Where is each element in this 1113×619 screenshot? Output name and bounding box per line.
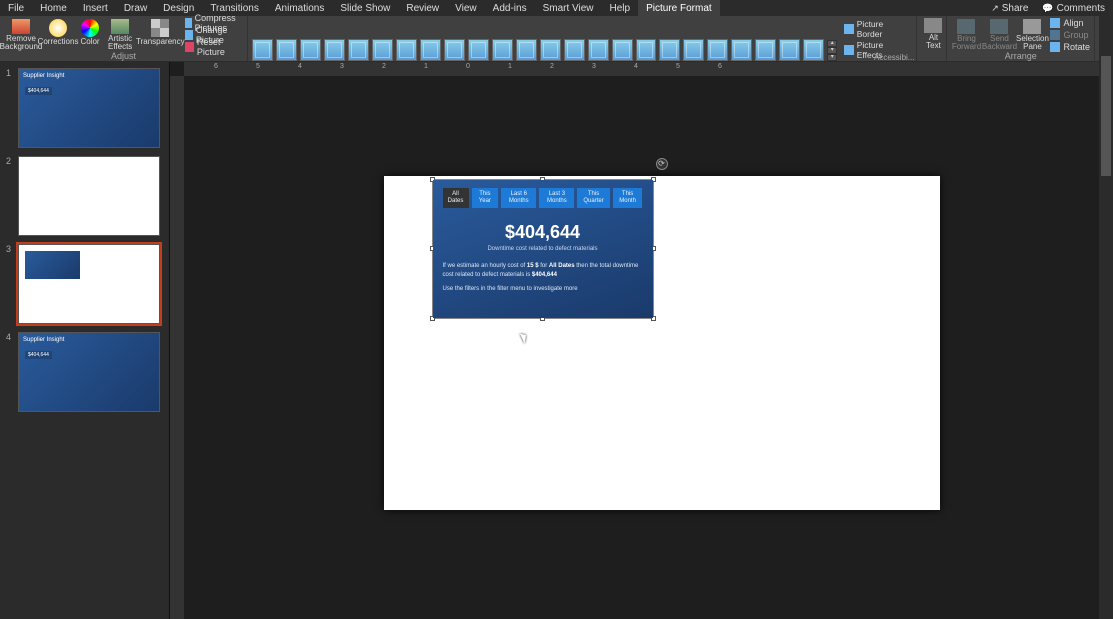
tab-insert[interactable]: Insert xyxy=(75,0,116,16)
style-thumb[interactable] xyxy=(612,39,633,61)
send-backward-button: Send Backward xyxy=(984,18,1014,52)
style-thumb[interactable] xyxy=(564,39,585,61)
ribbon: Remove Background Corrections Color Arti… xyxy=(0,16,1113,62)
color-icon xyxy=(81,19,99,37)
reset-picture-button[interactable]: Reset Picture xyxy=(185,41,243,52)
remove-bg-icon xyxy=(12,19,30,34)
style-thumb[interactable] xyxy=(683,39,704,61)
style-thumb[interactable] xyxy=(276,39,297,61)
slide[interactable]: All Dates This Year Last 6 Months Last 3… xyxy=(384,176,940,510)
corrections-button[interactable]: Corrections xyxy=(41,18,75,52)
widget-tab: This Quarter xyxy=(577,188,609,208)
artistic-effects-button[interactable]: Artistic Effects xyxy=(105,18,135,52)
slide-thumb-3[interactable] xyxy=(18,244,160,324)
menu-tabs: File Home Insert Draw Design Transitions… xyxy=(0,0,1113,16)
tab-help[interactable]: Help xyxy=(602,0,639,16)
alt-text-button[interactable]: Alt Text xyxy=(921,17,945,51)
thumb-number: 3 xyxy=(6,244,14,324)
corrections-icon xyxy=(49,19,67,37)
tab-draw[interactable]: Draw xyxy=(116,0,155,16)
backward-icon xyxy=(990,19,1008,34)
style-thumb[interactable] xyxy=(348,39,369,61)
tab-slideshow[interactable]: Slide Show xyxy=(332,0,398,16)
tab-animations[interactable]: Animations xyxy=(267,0,332,16)
slide-thumb-4[interactable]: $404,644 xyxy=(18,332,160,412)
gallery-up[interactable]: ▴ xyxy=(827,40,837,47)
widget-tab: All Dates xyxy=(443,188,469,208)
widget-amount: $404,644 xyxy=(443,222,643,243)
horizontal-ruler: 6543210123456 xyxy=(184,62,1113,76)
thumb-number: 1 xyxy=(6,68,14,148)
tab-addins[interactable]: Add-ins xyxy=(485,0,535,16)
style-thumb[interactable] xyxy=(396,39,417,61)
remove-background-button[interactable]: Remove Background xyxy=(4,18,38,52)
slide-thumb-2[interactable] xyxy=(18,156,160,236)
alt-text-icon xyxy=(924,18,942,33)
group-button: Group xyxy=(1050,29,1090,40)
gallery-down[interactable]: ▾ xyxy=(827,47,837,54)
tab-view[interactable]: View xyxy=(447,0,485,16)
style-thumb[interactable] xyxy=(755,39,776,61)
tab-picture-format[interactable]: Picture Format xyxy=(638,0,720,16)
style-thumb[interactable] xyxy=(659,39,680,61)
group-label-arrange: Arrange xyxy=(947,52,1094,61)
share-button[interactable]: Share xyxy=(985,3,1034,14)
picture-selection[interactable]: All Dates This Year Last 6 Months Last 3… xyxy=(432,179,654,319)
slide-thumbnails-panel[interactable]: 1 $404,644 2 3 4 $404,644 xyxy=(0,62,170,619)
thumb-metric: $404,644 xyxy=(25,87,52,95)
style-thumb[interactable] xyxy=(803,39,824,61)
rotate-handle[interactable] xyxy=(656,158,668,170)
widget-tab: Last 6 Months xyxy=(501,188,536,208)
style-thumb[interactable] xyxy=(492,39,513,61)
slide-canvas[interactable]: All Dates This Year Last 6 Months Last 3… xyxy=(170,76,1113,619)
artistic-icon xyxy=(111,19,129,34)
widget-tab: This Month xyxy=(613,188,643,208)
style-thumb[interactable] xyxy=(252,39,273,61)
selection-pane-button[interactable]: Selection Pane xyxy=(1017,18,1047,52)
accessibility-indicator[interactable]: Accessibi... xyxy=(874,53,914,62)
group-label-adjust: Adjust xyxy=(0,52,247,61)
gallery-more[interactable]: ▾ xyxy=(827,54,837,61)
comments-button[interactable]: Comments xyxy=(1034,3,1113,14)
bring-forward-button: Bring Forward xyxy=(951,18,981,52)
vertical-scrollbar[interactable] xyxy=(1099,16,1113,619)
thumb-metric: $404,644 xyxy=(25,351,52,359)
style-thumb[interactable] xyxy=(731,39,752,61)
style-thumb[interactable] xyxy=(468,39,489,61)
style-thumb[interactable] xyxy=(444,39,465,61)
selection-icon xyxy=(1023,19,1041,34)
tab-home[interactable]: Home xyxy=(32,0,75,16)
thumb-number: 2 xyxy=(6,156,14,236)
thumb-number: 4 xyxy=(6,332,14,412)
align-button[interactable]: Align xyxy=(1050,17,1090,28)
style-thumb[interactable] xyxy=(588,39,609,61)
style-thumb[interactable] xyxy=(420,39,441,61)
widget-tab: Last 3 Months xyxy=(539,188,574,208)
tab-smartview[interactable]: Smart View xyxy=(535,0,602,16)
transparency-icon xyxy=(151,19,169,37)
slide-thumb-1[interactable]: $404,644 xyxy=(18,68,160,148)
transparency-button[interactable]: Transparency xyxy=(138,18,182,52)
widget-subtitle: Downtime cost related to defect material… xyxy=(443,246,643,252)
style-thumb[interactable] xyxy=(516,39,537,61)
style-thumb[interactable] xyxy=(540,39,561,61)
inserted-picture[interactable]: All Dates This Year Last 6 Months Last 3… xyxy=(433,180,653,318)
style-thumb[interactable] xyxy=(372,39,393,61)
style-thumb[interactable] xyxy=(636,39,657,61)
picture-border-button[interactable]: Picture Border xyxy=(844,19,908,39)
style-thumb[interactable] xyxy=(779,39,800,61)
widget-text-1: If we estimate an hourly cost of 15 $ fo… xyxy=(443,262,643,280)
color-button[interactable]: Color xyxy=(78,18,102,52)
widget-text-2: Use the filters in the filter menu to in… xyxy=(443,285,643,294)
forward-icon xyxy=(957,19,975,34)
style-thumb[interactable] xyxy=(300,39,321,61)
widget-tab: This Year xyxy=(472,188,499,208)
scrollbar-thumb[interactable] xyxy=(1101,56,1111,176)
tab-review[interactable]: Review xyxy=(398,0,447,16)
style-thumb[interactable] xyxy=(324,39,345,61)
tab-file[interactable]: File xyxy=(0,0,32,16)
rotate-button[interactable]: Rotate xyxy=(1050,41,1090,52)
style-thumb[interactable] xyxy=(707,39,728,61)
